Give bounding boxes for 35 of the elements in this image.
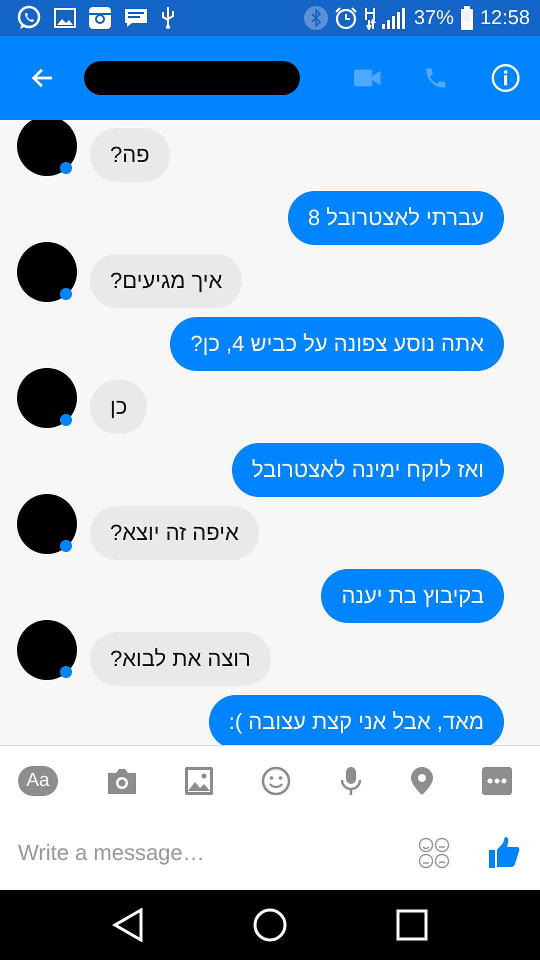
sent-message: מאד, אבל אני קצת עצובה ): [208,695,504,745]
sent-message: עברתי לאצטרובל 8 [288,191,504,245]
more-icon[interactable] [482,767,512,795]
chat-app-icon [16,5,42,31]
bluetooth-icon [304,6,328,30]
back-icon[interactable] [112,908,144,942]
received-message: איך מגיעים? [90,254,242,308]
received-message: פה? [90,128,170,182]
received-message: איפה זה יוצא? [90,506,259,560]
info-icon[interactable] [490,62,520,94]
sent-message: בקיבוץ בת יענה [321,569,504,623]
signal-icon [364,6,408,30]
message-input[interactable]: Write a message… [18,833,380,873]
battery-percent: 37% [414,6,454,30]
microphone-icon[interactable] [338,766,363,796]
message-icon [124,7,148,29]
emoji-icon[interactable] [260,766,291,796]
text-format-button[interactable]: Aa [18,766,58,796]
home-icon[interactable] [253,908,287,942]
camera-icon [88,6,112,30]
usb-icon [160,6,176,30]
camera-icon[interactable] [106,767,138,795]
thumbs-up-icon[interactable] [488,837,520,869]
stickers-icon[interactable] [418,837,450,869]
recent-apps-icon[interactable] [396,909,428,941]
battery-icon [460,6,474,30]
sent-message: ואז לוקח ימינה לאצטרובל [232,443,504,497]
alarm-icon [334,6,358,30]
sent-message: אתה נוסע צפונה על כביש 4, כן? [170,317,504,371]
clock-time: 12:58 [480,6,530,30]
location-pin-icon[interactable] [410,766,434,796]
image-icon[interactable] [185,767,214,795]
received-message: רוצה את לבוא? [90,632,271,686]
received-message: כן [90,380,148,434]
image-icon [54,7,76,29]
